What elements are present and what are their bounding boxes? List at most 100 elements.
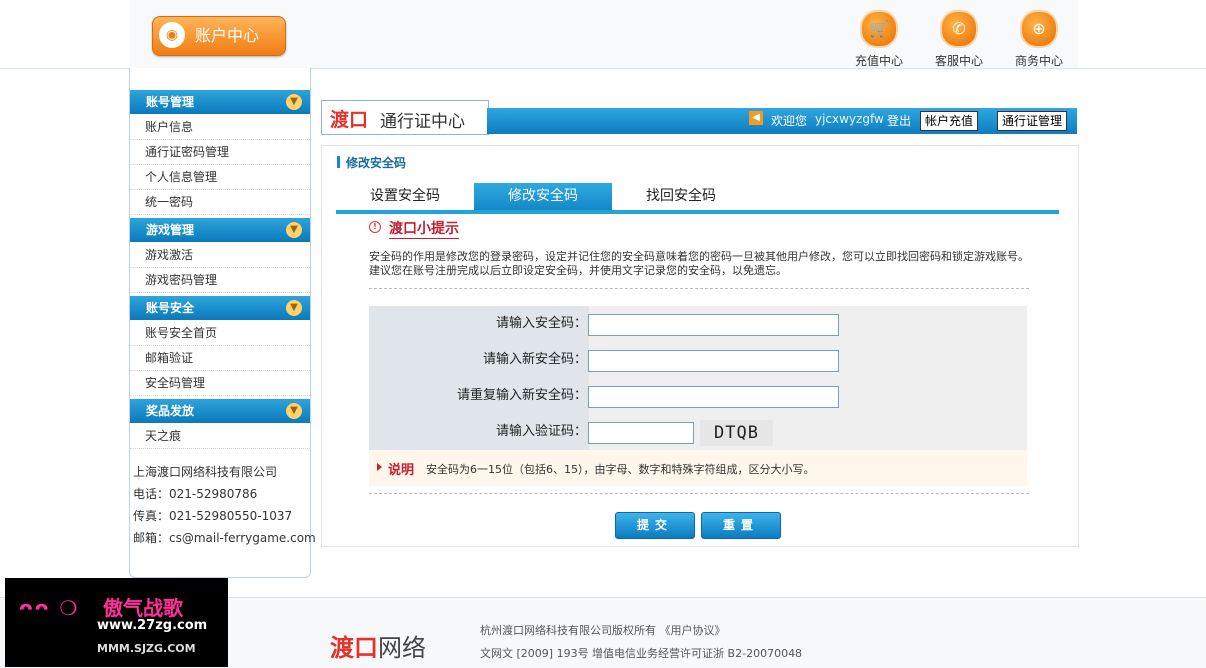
sidebar: 账号管理 ▼ 账户信息 通行证密码管理 个人信息管理 统一密码 游戏管理 ▼ 游…: [129, 68, 316, 578]
site-watermark: ᴖᴖ ❍ 傲气战歌 www.27zg.com MMM.SJZG.COM: [5, 578, 228, 667]
company-email: 邮箱：cs@mail-ferrygame.com: [133, 531, 316, 545]
new-code-label: 请输入新安全码：: [369, 342, 589, 378]
company-info: 上海渡口网络科技有限公司 电话：021-52980786 传真：021-5298…: [133, 461, 316, 549]
sidebar-item-account-info[interactable]: 账户信息: [130, 115, 310, 140]
nav-business-label: 商务中心: [1014, 54, 1063, 68]
sidebar-item-label: 账号安全首页: [145, 326, 218, 340]
form-row-current: 请输入安全码：: [369, 306, 1027, 343]
account-recharge-button[interactable]: 帐户充值: [920, 111, 979, 131]
cart-icon: 🛒: [860, 10, 898, 48]
sidebar-item-label: 邮箱验证: [145, 351, 194, 365]
sidebar-item-game-activation[interactable]: 游戏激活: [130, 243, 310, 268]
form-row-new: 请输入新安全码：: [369, 342, 1027, 379]
sidebar-item-email-verify[interactable]: 邮箱验证: [130, 346, 310, 371]
welcome-text: 欢迎您: [771, 114, 808, 128]
footer-copyright: 杭州渡口网络科技有限公司版权所有 《用户协议》: [480, 624, 726, 637]
watermark-title: 傲气战歌: [103, 596, 183, 620]
sidebar-group-title: 奖品发放: [146, 404, 195, 418]
watermark-site: www.27zg.com: [97, 618, 208, 633]
company-phone: 电话：021-52980786: [133, 487, 258, 501]
explanation-box: 说明 安全码为6一15位（包括6、15），由字母、数字和特殊字符组成，区分大小写…: [369, 450, 1027, 486]
captcha-image[interactable]: DTQB: [700, 420, 773, 446]
sidebar-item-passport-password[interactable]: 通行证密码管理: [130, 140, 310, 165]
account-center-label: 账户中心: [195, 26, 260, 45]
sidebar-group-title: 游戏管理: [146, 223, 195, 237]
nav-business-center[interactable]: ⊕ 商务中心: [1009, 10, 1069, 69]
sidebar-item-label: 天之痕: [145, 429, 182, 443]
sidebar-item-label: 账户信息: [145, 120, 194, 134]
sidebar-item-label: 个人信息管理: [145, 170, 218, 184]
captcha-input[interactable]: [588, 422, 694, 444]
sidebar-group-title: 账号安全: [146, 301, 195, 315]
sidebar-item-security-home[interactable]: 账号安全首页: [130, 321, 310, 346]
watermark-site-mirror: MMM.SJZG.COM: [97, 642, 196, 655]
submit-button[interactable]: 提交: [615, 512, 695, 539]
sidebar-group-account[interactable]: 账号管理 ▼: [130, 90, 310, 114]
footer-logo-brand: 渡口: [330, 634, 378, 662]
current-code-label: 请输入安全码：: [369, 306, 589, 342]
explanation-title: 说明: [388, 463, 415, 478]
breadcrumb: 修改安全码: [336, 156, 407, 170]
logo-brand: 渡口: [330, 109, 369, 131]
sidebar-item-label: 统一密码: [145, 195, 194, 209]
footer-logo-text: 网络: [378, 634, 426, 662]
tip-title: 渡口小提示: [389, 218, 459, 239]
nav-service-center[interactable]: ✆ 客服中心: [929, 10, 989, 69]
passport-manage-button[interactable]: 通行证管理: [997, 111, 1068, 131]
company-fax: 传真：021-52980550-1037: [133, 509, 293, 523]
explanation-text: 安全码为6一15位（包括6、15），由字母、数字和特殊字符组成，区分大小写。: [426, 463, 815, 476]
sidebar-item-personal-info[interactable]: 个人信息管理: [130, 165, 310, 190]
tab-recover-security-code[interactable]: 找回安全码: [612, 183, 750, 210]
tab-bar: 设置安全码 修改安全码 找回安全码: [336, 180, 1059, 214]
sidebar-item-label: 游戏密码管理: [145, 273, 218, 287]
repeat-code-label: 请重复输入新安全码：: [369, 378, 589, 414]
account-center-button[interactable]: ◉ 账户中心: [152, 16, 286, 56]
chevron-down-icon: ▼: [286, 403, 302, 419]
sidebar-item-tianzhihen[interactable]: 天之痕: [130, 424, 310, 449]
tab-set-security-code[interactable]: 设置安全码: [336, 183, 474, 210]
new-code-input[interactable]: [588, 350, 839, 372]
chevron-down-icon: ▼: [286, 94, 302, 110]
username: yjcxwyzgfw: [815, 112, 884, 126]
captcha-label: 请输入验证码：: [369, 414, 589, 450]
company-name: 上海渡口网络科技有限公司: [133, 465, 278, 479]
sidebar-group-title: 账号管理: [146, 95, 195, 109]
nav-recharge-center[interactable]: 🛒 充值中心: [849, 10, 909, 69]
sidebar-item-label: 通行证密码管理: [145, 145, 230, 159]
divider: [369, 288, 1029, 289]
current-code-input[interactable]: [588, 314, 839, 336]
portal-user-bar: ◀ 欢迎您 yjcxwyzgfw 登出 帐户充值 通行证管理: [487, 108, 1077, 134]
sidebar-item-label: 安全码管理: [145, 376, 206, 390]
logo-text: 通行证中心: [380, 112, 465, 132]
alert-icon: !: [369, 221, 381, 233]
divider: [369, 493, 1029, 494]
tip-text: 安全码的作用是修改您的登录密码，设定并记住您的安全码意味着您的密码一旦被其他用户…: [369, 250, 1029, 277]
sidebar-item-game-password[interactable]: 游戏密码管理: [130, 268, 310, 293]
chevron-down-icon: ▼: [286, 222, 302, 238]
sidebar-item-security-code[interactable]: 安全码管理: [130, 371, 310, 396]
nav-recharge-label: 充值中心: [854, 54, 903, 68]
logout-link[interactable]: 登出: [887, 112, 911, 129]
sidebar-item-unified-password[interactable]: 统一密码: [130, 190, 310, 215]
arrow-right-icon: [377, 463, 382, 471]
portal-header: 渡口 通行证中心 ◀ 欢迎您 yjcxwyzgfw 登出 帐户充值 通行证管理: [321, 100, 1077, 135]
sidebar-group-security[interactable]: 账号安全 ▼: [130, 296, 310, 320]
sidebar-item-label: 游戏激活: [145, 248, 194, 262]
reset-button[interactable]: 重置: [701, 512, 781, 539]
form-row-repeat: 请重复输入新安全码：: [369, 378, 1027, 415]
tab-change-security-code[interactable]: 修改安全码: [474, 183, 612, 210]
watermark-face: ᴖᴖ ❍: [19, 596, 80, 620]
sidebar-group-prizes[interactable]: 奖品发放 ▼: [130, 399, 310, 423]
globe-icon: ⊕: [1020, 10, 1058, 48]
signal-icon: ◉: [159, 22, 185, 48]
repeat-code-input[interactable]: [588, 386, 839, 408]
sidebar-group-games[interactable]: 游戏管理 ▼: [130, 218, 310, 242]
phone-icon: ✆: [940, 10, 978, 48]
speaker-icon: ◀: [749, 111, 763, 125]
passport-logo: 渡口 通行证中心: [321, 100, 489, 135]
footer-logo: 渡口网络: [330, 628, 426, 663]
form-row-captcha: 请输入验证码： DTQB: [369, 414, 1027, 451]
nav-service-label: 客服中心: [934, 54, 983, 68]
chevron-down-icon: ▼: [286, 300, 302, 316]
footer-license: 文网文 [2009] 193号 增值电信业务经营许可证浙 B2-20070048: [480, 647, 803, 660]
